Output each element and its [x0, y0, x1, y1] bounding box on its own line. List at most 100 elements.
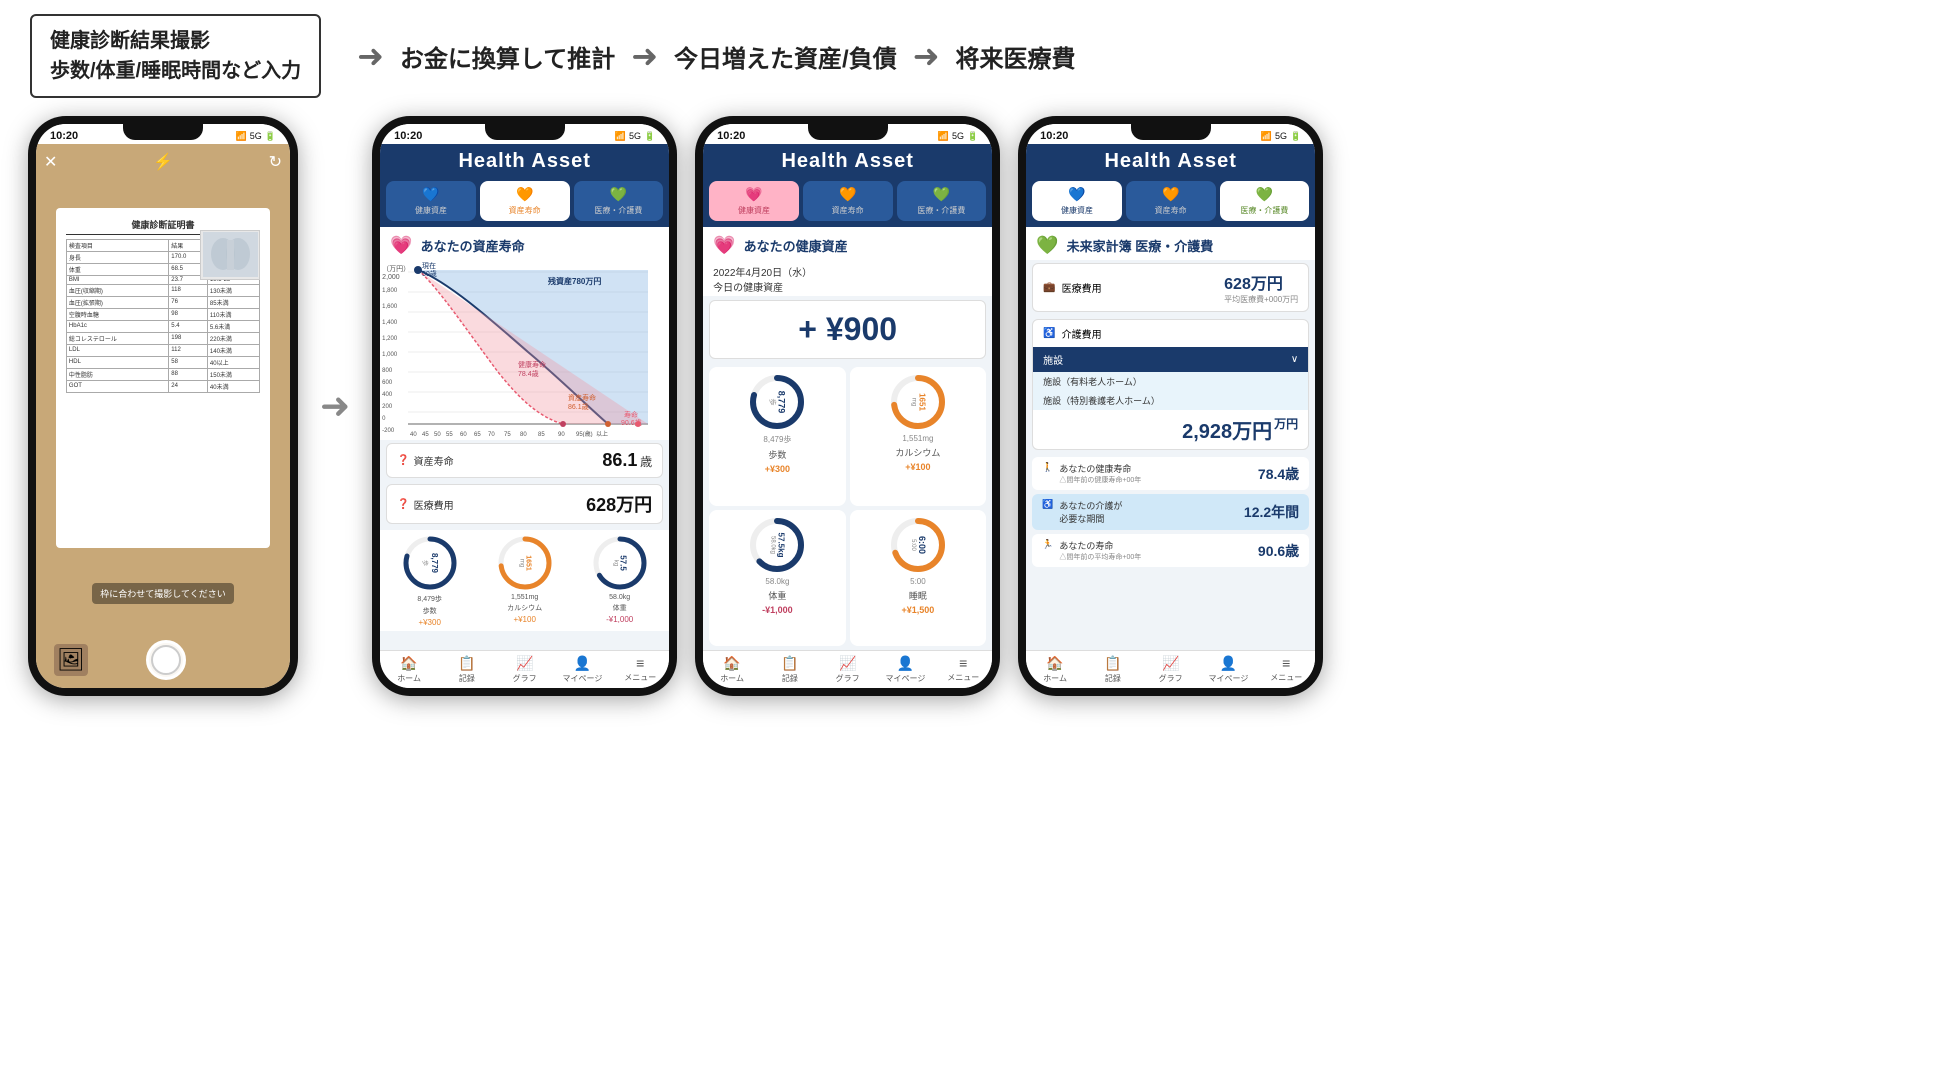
- nav-graph-4[interactable]: 📈 グラフ: [1142, 655, 1200, 684]
- mypage-icon-2: 👤: [574, 655, 591, 672]
- health-status-bar: 10:20 📶 5G 🔋: [703, 124, 992, 144]
- shutter-button[interactable]: [146, 640, 186, 680]
- steps-circle: 8,779 歩: [401, 534, 459, 592]
- asset-status-bar: 10:20 📶 5G 🔋: [380, 124, 669, 144]
- chevron-down-icon[interactable]: ∨: [1291, 354, 1298, 365]
- flow-label-1: お金に換算して推計: [390, 39, 625, 74]
- nav-menu-2[interactable]: ≡ メニュー: [611, 655, 669, 684]
- nav-graph-2[interactable]: 📈 グラフ: [496, 655, 554, 684]
- tab-medical-2[interactable]: 💚 医療・介護費: [574, 181, 664, 221]
- nav-home-2[interactable]: 🏠 ホーム: [380, 655, 438, 684]
- y-800: 800: [382, 368, 392, 374]
- svg-text:以上: 以上: [596, 430, 608, 437]
- steps-change: +¥300: [418, 618, 440, 627]
- care-period-row: ♿ あなたの介護が 必要な期間 12.2年間: [1032, 494, 1309, 530]
- heart-pulse-icon: 💗: [390, 235, 412, 256]
- weight-lbl-3: 体重: [768, 589, 786, 602]
- health-tab-icon: 💙: [422, 186, 439, 203]
- phone-asset-life: 10:20 📶 5G 🔋 Health Asset 💙 健康資産 🧡 資産寿命: [372, 116, 677, 696]
- care-period-label: ♿ あなたの介護が 必要な期間: [1042, 499, 1122, 525]
- svg-text:寿命: 寿命: [624, 410, 638, 419]
- graph-icon-3: 📈: [839, 655, 856, 672]
- xray-image: [200, 230, 260, 280]
- question-icon-1[interactable]: ❓: [397, 455, 409, 466]
- medical-status-bar: 10:20 📶 5G 🔋: [1026, 124, 1315, 144]
- flip-icon[interactable]: ↻: [269, 152, 282, 172]
- svg-text:健康寿命: 健康寿命: [518, 360, 546, 369]
- nav-mypage-3[interactable]: 👤 マイページ: [877, 655, 935, 684]
- facility-item-2: 施設（特別養護老人ホーム）: [1033, 391, 1308, 410]
- life-expectancy-value: 90.6歳: [1258, 541, 1299, 561]
- nav-graph-3[interactable]: 📈 グラフ: [819, 655, 877, 684]
- tab-bar-3: 💗 健康資産 🧡 資産寿命 💚 医療・介護費: [703, 181, 992, 227]
- y-1600: 1,600: [382, 304, 397, 310]
- nav-home-4[interactable]: 🏠 ホーム: [1026, 655, 1084, 684]
- section-header-2: 💗 あなたの資産寿命: [380, 227, 669, 260]
- svg-text:残資産780万円: 残資産780万円: [548, 276, 601, 286]
- mypage-icon-4: 👤: [1220, 655, 1237, 672]
- tab-medical-4[interactable]: 💚 医療・介護費: [1220, 181, 1310, 221]
- asset-life-content: 💗 あなたの資産寿命 （万円）2,000 1,800 1,600 1,400 1…: [380, 227, 669, 650]
- y-1400: 1,400: [382, 320, 397, 326]
- record-icon-2: 📋: [458, 655, 475, 672]
- medical-future-content: 💚 未来家計簿 医療・介護費 💼 医療費用 628万円 平均医療費+000万円: [1026, 227, 1315, 650]
- summary-items-4: 🚶 あなたの健康寿命 △間年前の健康寿命+00年 78.4歳 ♿: [1026, 453, 1315, 571]
- tab-asset-3[interactable]: 🧡 資産寿命: [803, 181, 893, 221]
- medical-cost-label: ❓ 医療費用: [397, 497, 453, 512]
- calcium-circle-3: 1651 mg: [889, 373, 947, 431]
- nav-menu-3[interactable]: ≡ メニュー: [934, 655, 992, 684]
- status-right: 📶 5G 🔋: [236, 131, 276, 142]
- asset-life-label: ❓ 資産寿命: [397, 453, 453, 468]
- svg-text:90: 90: [558, 432, 565, 437]
- tab-medical-3[interactable]: 💚 医療・介護費: [897, 181, 987, 221]
- tab-health-2[interactable]: 💙 健康資産: [386, 181, 476, 221]
- gallery-icon[interactable]: 🖼: [54, 644, 88, 676]
- close-icon[interactable]: ✕: [44, 152, 57, 172]
- svg-text:50: 50: [434, 432, 441, 437]
- tab-health-3[interactable]: 💗 健康資産: [709, 181, 799, 221]
- wheelchair-icon-4: ♿: [1042, 499, 1053, 510]
- sleep-circle-3: 6:00 5:00: [889, 516, 947, 574]
- y-label-top: （万円）2,000: [382, 264, 410, 281]
- calcium-circle: 1651 mg: [496, 534, 554, 592]
- camera-screen: ✕ ⚡ ↻ 健康診断証明書: [36, 144, 290, 688]
- app-header-3: Health Asset: [703, 144, 992, 181]
- menu-icon-4: ≡: [1282, 655, 1290, 671]
- nav-menu-4[interactable]: ≡ メニュー: [1257, 655, 1315, 684]
- weight-label: 体重: [613, 603, 627, 613]
- nav-record-4[interactable]: 📋 記録: [1084, 655, 1142, 684]
- home-icon-4: 🏠: [1046, 655, 1063, 672]
- y-200: 200: [382, 404, 392, 410]
- intro-label: 健康診断結果撮影 歩数/体重/睡眠時間など入力: [30, 14, 321, 98]
- steps-gauge: 8,779 歩 8,479歩 歩数 +¥300: [401, 534, 459, 627]
- nav-home-3[interactable]: 🏠 ホーム: [703, 655, 761, 684]
- graph-icon-2: 📈: [516, 655, 533, 672]
- tab-asset-4[interactable]: 🧡 資産寿命: [1126, 181, 1216, 221]
- nav-mypage-4[interactable]: 👤 マイページ: [1200, 655, 1258, 684]
- nav-mypage-2[interactable]: 👤 マイページ: [554, 655, 612, 684]
- sleep-card-3: 6:00 5:00 5:00 睡眠 +¥1,500: [850, 510, 987, 647]
- calcium-sub-3: 1,551mg: [902, 434, 933, 443]
- facility-header: 施設 ∨: [1033, 347, 1308, 372]
- weight-circle-3: 57.5kg 58.0kg: [748, 516, 806, 574]
- bottom-nav-4: 🏠 ホーム 📋 記録 📈 グラフ 👤 マイページ ≡ メニュー: [1026, 650, 1315, 688]
- running-icon-4: 🏃: [1042, 539, 1053, 550]
- calcium-subvalue: 1,551mg: [511, 594, 538, 601]
- tab-health-4[interactable]: 💙 健康資産: [1032, 181, 1122, 221]
- svg-text:資産寿命: 資産寿命: [568, 393, 596, 402]
- flash-icon[interactable]: ⚡: [153, 152, 173, 172]
- weight-circle: 57.5 kg: [591, 534, 649, 592]
- svg-text:70: 70: [488, 432, 495, 437]
- gauges-row-2: 8,779 歩 8,479歩 歩数 +¥300: [380, 530, 669, 631]
- status-right-4: 📶 5G 🔋: [1261, 131, 1301, 142]
- arrow-3: ➜: [907, 37, 946, 75]
- arrow-phone-1-2: ➜: [320, 385, 350, 427]
- nav-record-2[interactable]: 📋 記録: [438, 655, 496, 684]
- home-icon-3: 🏠: [723, 655, 740, 672]
- tab-asset-2[interactable]: 🧡 資産寿命: [480, 181, 570, 221]
- wheelchair-icon: ♿: [1043, 328, 1055, 339]
- nav-record-3[interactable]: 📋 記録: [761, 655, 819, 684]
- camera-status-bar: 10:20 📶 5G 🔋: [36, 124, 290, 144]
- question-icon-2[interactable]: ❓: [397, 499, 409, 510]
- camera-phone-screen: 10:20 📶 5G 🔋 ✕ ⚡ ↻ 健康診断証明書: [36, 124, 290, 688]
